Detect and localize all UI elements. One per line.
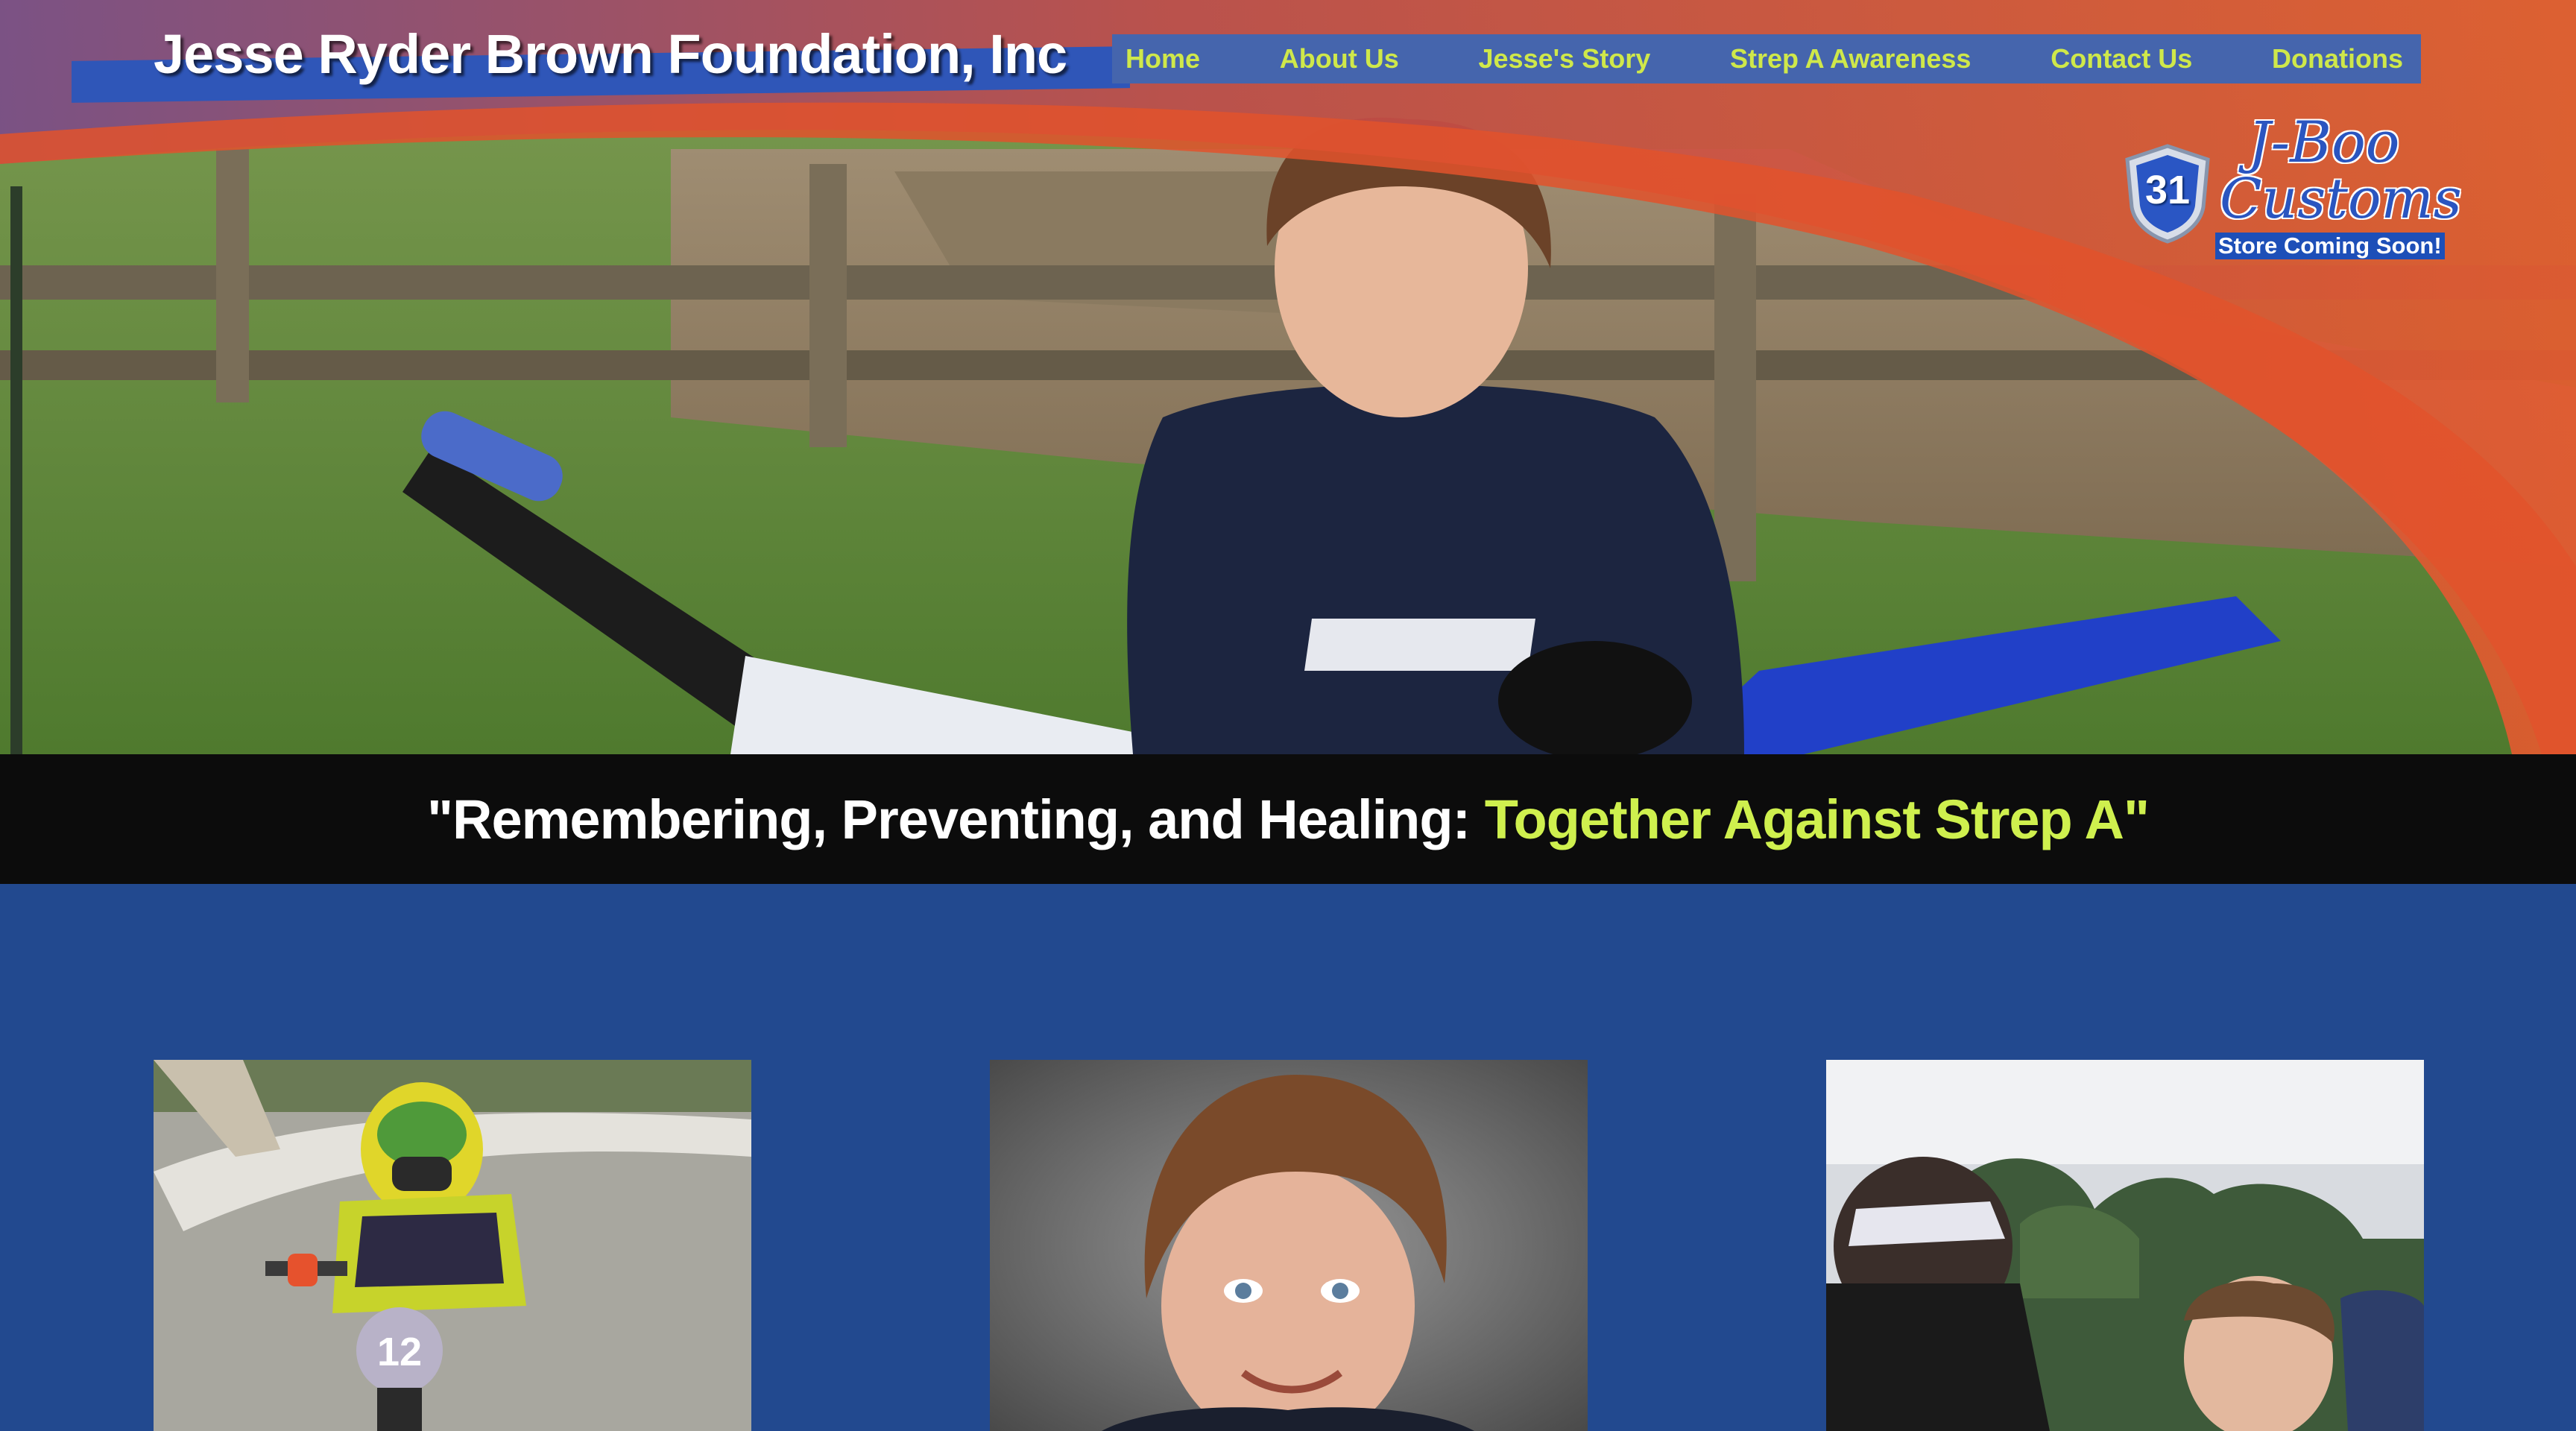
jboo-customs-logo[interactable]: 31 J-Boo Customs Store Coming Soon! (2123, 109, 2462, 265)
bmx-rider-image: 12 (154, 1060, 751, 1431)
gallery-photo-bmx[interactable]: 12 (154, 1060, 751, 1431)
nav-home[interactable]: Home (1126, 43, 1200, 75)
sponsor-name-line1: J-Boo (2248, 109, 2400, 175)
nav-jesses-story[interactable]: Jesse's Story (1479, 43, 1651, 75)
nav-donations[interactable]: Donations (2272, 43, 2403, 75)
nav-about-us[interactable]: About Us (1280, 43, 1399, 75)
tagline-accent: Together Against Strep A" (1484, 788, 2150, 850)
nav-contact-us[interactable]: Contact Us (2051, 43, 2192, 75)
gallery-photo-portrait[interactable] (990, 1060, 1588, 1431)
tagline: "Remembering, Preventing, and Healing: T… (426, 788, 2150, 851)
school-portrait-image (990, 1060, 1588, 1431)
sponsor-name-line2: Customs (2220, 167, 2462, 231)
store-coming-soon: Store Coming Soon! (2215, 233, 2445, 259)
gallery-photo-event[interactable] (1826, 1060, 2424, 1431)
tagline-main: "Remembering, Preventing, and Healing: (426, 788, 1485, 850)
tagline-band: "Remembering, Preventing, and Healing: T… (0, 754, 2576, 884)
main-nav: Home About Us Jesse's Story Strep A Awar… (1112, 34, 2421, 83)
svg-text:12: 12 (377, 1330, 422, 1374)
site-title[interactable]: Jesse Ryder Brown Foundation, Inc (154, 22, 1067, 86)
nav-strep-a-awareness[interactable]: Strep A Awareness (1730, 43, 1971, 75)
badge-number: 31 (2144, 168, 2191, 212)
event-photo-image (1826, 1060, 2424, 1431)
